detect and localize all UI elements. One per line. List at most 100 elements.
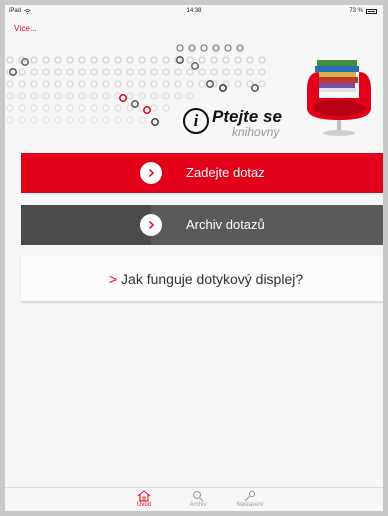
pattern-dot	[30, 116, 38, 124]
pattern-dot	[54, 104, 62, 112]
pattern-dot	[138, 68, 146, 76]
pattern-dot	[6, 104, 14, 112]
pattern-dot	[66, 116, 74, 124]
tab-home-label: Úvod	[136, 502, 151, 508]
tab-settings[interactable]: Nastavení	[230, 490, 270, 508]
pattern-dot	[114, 116, 122, 124]
tab-home[interactable]: Úvod	[124, 490, 164, 508]
pattern-dot	[90, 68, 98, 76]
more-link[interactable]: Více...	[14, 24, 37, 33]
pattern-dot	[42, 92, 50, 100]
pattern-dot	[30, 68, 38, 76]
pattern-dot	[174, 80, 182, 88]
pattern-dot	[78, 116, 86, 124]
pattern-dot	[234, 68, 242, 76]
logo-i-mark: i	[183, 108, 209, 134]
pattern-dot	[90, 116, 98, 124]
accent-dot	[191, 62, 199, 70]
pattern-dot	[102, 116, 110, 124]
pattern-dot	[222, 56, 230, 64]
pattern-dot	[54, 116, 62, 124]
pattern-dot	[234, 80, 242, 88]
pattern-dot	[78, 104, 86, 112]
pattern-dot	[6, 56, 14, 64]
pattern-dot	[162, 56, 170, 64]
pattern-dot	[18, 116, 26, 124]
armchair-books-image	[307, 60, 371, 136]
pattern-dot	[246, 68, 254, 76]
ask-question-label: Zadejte dotaz	[186, 165, 265, 180]
accent-dot	[151, 118, 159, 126]
header-banner: i Ptejte se knihovny	[5, 38, 383, 138]
pattern-dot	[174, 92, 182, 100]
pattern-dot	[150, 92, 158, 100]
pattern-dot	[162, 80, 170, 88]
pattern-dot	[138, 116, 146, 124]
pattern-dot	[150, 56, 158, 64]
battery-percent: 73 %	[349, 8, 363, 14]
pattern-dot	[126, 92, 134, 100]
ask-question-button[interactable]: Zadejte dotaz	[21, 153, 383, 193]
pattern-dot	[78, 56, 86, 64]
status-bar: iPad 14:38 73 %	[5, 5, 383, 17]
pattern-dot	[186, 56, 194, 64]
pattern-dot	[246, 56, 254, 64]
pattern-dot	[150, 68, 158, 76]
pattern-dot	[126, 116, 134, 124]
pattern-dot	[78, 80, 86, 88]
pattern-dot	[30, 92, 38, 100]
chevron-right-icon	[140, 162, 162, 184]
pattern-dot	[30, 56, 38, 64]
pattern-dot	[150, 104, 158, 112]
pattern-dot	[66, 92, 74, 100]
tab-archive[interactable]: Archiv	[178, 490, 218, 508]
question-archive-button[interactable]: Archiv dotazů	[21, 205, 383, 245]
pattern-dot	[198, 56, 206, 64]
pattern-dot	[198, 80, 206, 88]
pattern-dot	[188, 44, 196, 52]
pattern-dot	[66, 80, 74, 88]
accent-dot	[251, 84, 259, 92]
pattern-dot	[186, 92, 194, 100]
pattern-dot	[236, 44, 244, 52]
search-icon	[193, 491, 204, 502]
pattern-dot	[162, 92, 170, 100]
pattern-dot	[114, 80, 122, 88]
touch-display-help-button[interactable]: > Jak funguje dotykový displej?	[21, 256, 383, 302]
pattern-dot	[42, 116, 50, 124]
pattern-dot	[66, 56, 74, 64]
pattern-dot	[18, 80, 26, 88]
logo-subtitle: knihovny	[232, 125, 280, 139]
pattern-dot	[186, 68, 194, 76]
pattern-dot	[210, 68, 218, 76]
pattern-dot	[126, 80, 134, 88]
clock: 14:38	[186, 8, 202, 14]
wrench-icon	[244, 490, 256, 502]
pattern-dot	[66, 68, 74, 76]
pattern-dot	[18, 92, 26, 100]
pattern-dot	[54, 56, 62, 64]
pattern-dot	[102, 92, 110, 100]
battery-icon	[366, 8, 377, 14]
pattern-dot	[114, 104, 122, 112]
pattern-dot	[54, 80, 62, 88]
pattern-dot	[212, 44, 220, 52]
pattern-dot	[90, 92, 98, 100]
app-screen: iPad 14:38 73 % Více... i Ptejte se knih…	[5, 5, 383, 511]
chevron-right-icon	[140, 214, 162, 236]
pattern-dot	[78, 68, 86, 76]
pattern-dot	[114, 56, 122, 64]
pattern-dot	[90, 80, 98, 88]
tab-archive-label: Archiv	[189, 502, 207, 508]
pattern-dot	[42, 104, 50, 112]
pattern-dot	[126, 56, 134, 64]
pattern-dot	[162, 104, 170, 112]
pattern-dot	[18, 104, 26, 112]
pattern-dot	[258, 68, 266, 76]
pattern-dot	[162, 68, 170, 76]
pattern-dot	[18, 68, 26, 76]
pattern-dot	[78, 92, 86, 100]
pattern-dot	[224, 44, 232, 52]
pattern-dot	[114, 68, 122, 76]
pattern-dot	[6, 80, 14, 88]
